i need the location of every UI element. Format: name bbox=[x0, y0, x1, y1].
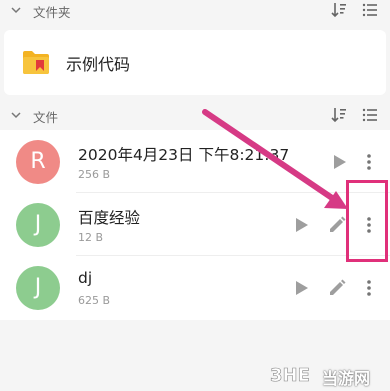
play-icon[interactable] bbox=[290, 277, 312, 299]
edit-icon[interactable] bbox=[326, 214, 348, 236]
folder-name: 示例代码 bbox=[66, 55, 131, 74]
list-view-icon[interactable] bbox=[362, 1, 378, 19]
folder-icon bbox=[23, 51, 49, 74]
edit-icon[interactable] bbox=[326, 277, 348, 299]
watermark-text: 当游网 bbox=[322, 369, 371, 388]
file-row[interactable]: J dj 625 B bbox=[0, 256, 390, 319]
file-size: 625 B bbox=[78, 294, 111, 307]
file-size: 12 B bbox=[78, 231, 104, 244]
file-name: dj bbox=[78, 269, 93, 287]
chevron-down-icon[interactable] bbox=[10, 4, 22, 16]
file-size: 256 B bbox=[78, 168, 111, 181]
folder-item[interactable]: 示例代码 bbox=[4, 30, 386, 95]
sort-icon[interactable] bbox=[331, 106, 347, 124]
svg-text:3HE: 3HE bbox=[270, 365, 310, 385]
file-name: 2020年4月23日 下午8:21:37 bbox=[78, 146, 290, 164]
chevron-down-icon[interactable] bbox=[10, 109, 22, 121]
more-vert-icon[interactable] bbox=[358, 277, 380, 299]
avatar: J bbox=[16, 203, 60, 247]
watermark-logo: 3HE bbox=[270, 365, 310, 387]
file-row[interactable]: J 百度经验 12 B bbox=[0, 193, 390, 256]
play-icon[interactable] bbox=[290, 214, 312, 236]
folders-section-header[interactable]: 文件夹 bbox=[0, 0, 390, 22]
play-icon[interactable] bbox=[328, 151, 350, 173]
more-vert-icon[interactable] bbox=[358, 151, 380, 173]
file-row[interactable]: R 2020年4月23日 下午8:21:37 256 B bbox=[0, 130, 390, 193]
avatar: J bbox=[16, 266, 60, 310]
files-section-header[interactable]: 文件 bbox=[0, 105, 390, 127]
highlight-box bbox=[346, 180, 388, 262]
sort-icon[interactable] bbox=[331, 1, 347, 19]
avatar: R bbox=[16, 140, 60, 184]
file-name: 百度经验 bbox=[78, 209, 141, 227]
files-section-title: 文件 bbox=[33, 110, 59, 125]
watermark: 3HE 当游网 bbox=[270, 363, 370, 388]
folders-section-title: 文件夹 bbox=[33, 5, 71, 20]
file-list: R 2020年4月23日 下午8:21:37 256 B J 百度经验 12 B… bbox=[0, 130, 390, 320]
list-view-icon[interactable] bbox=[362, 106, 378, 124]
